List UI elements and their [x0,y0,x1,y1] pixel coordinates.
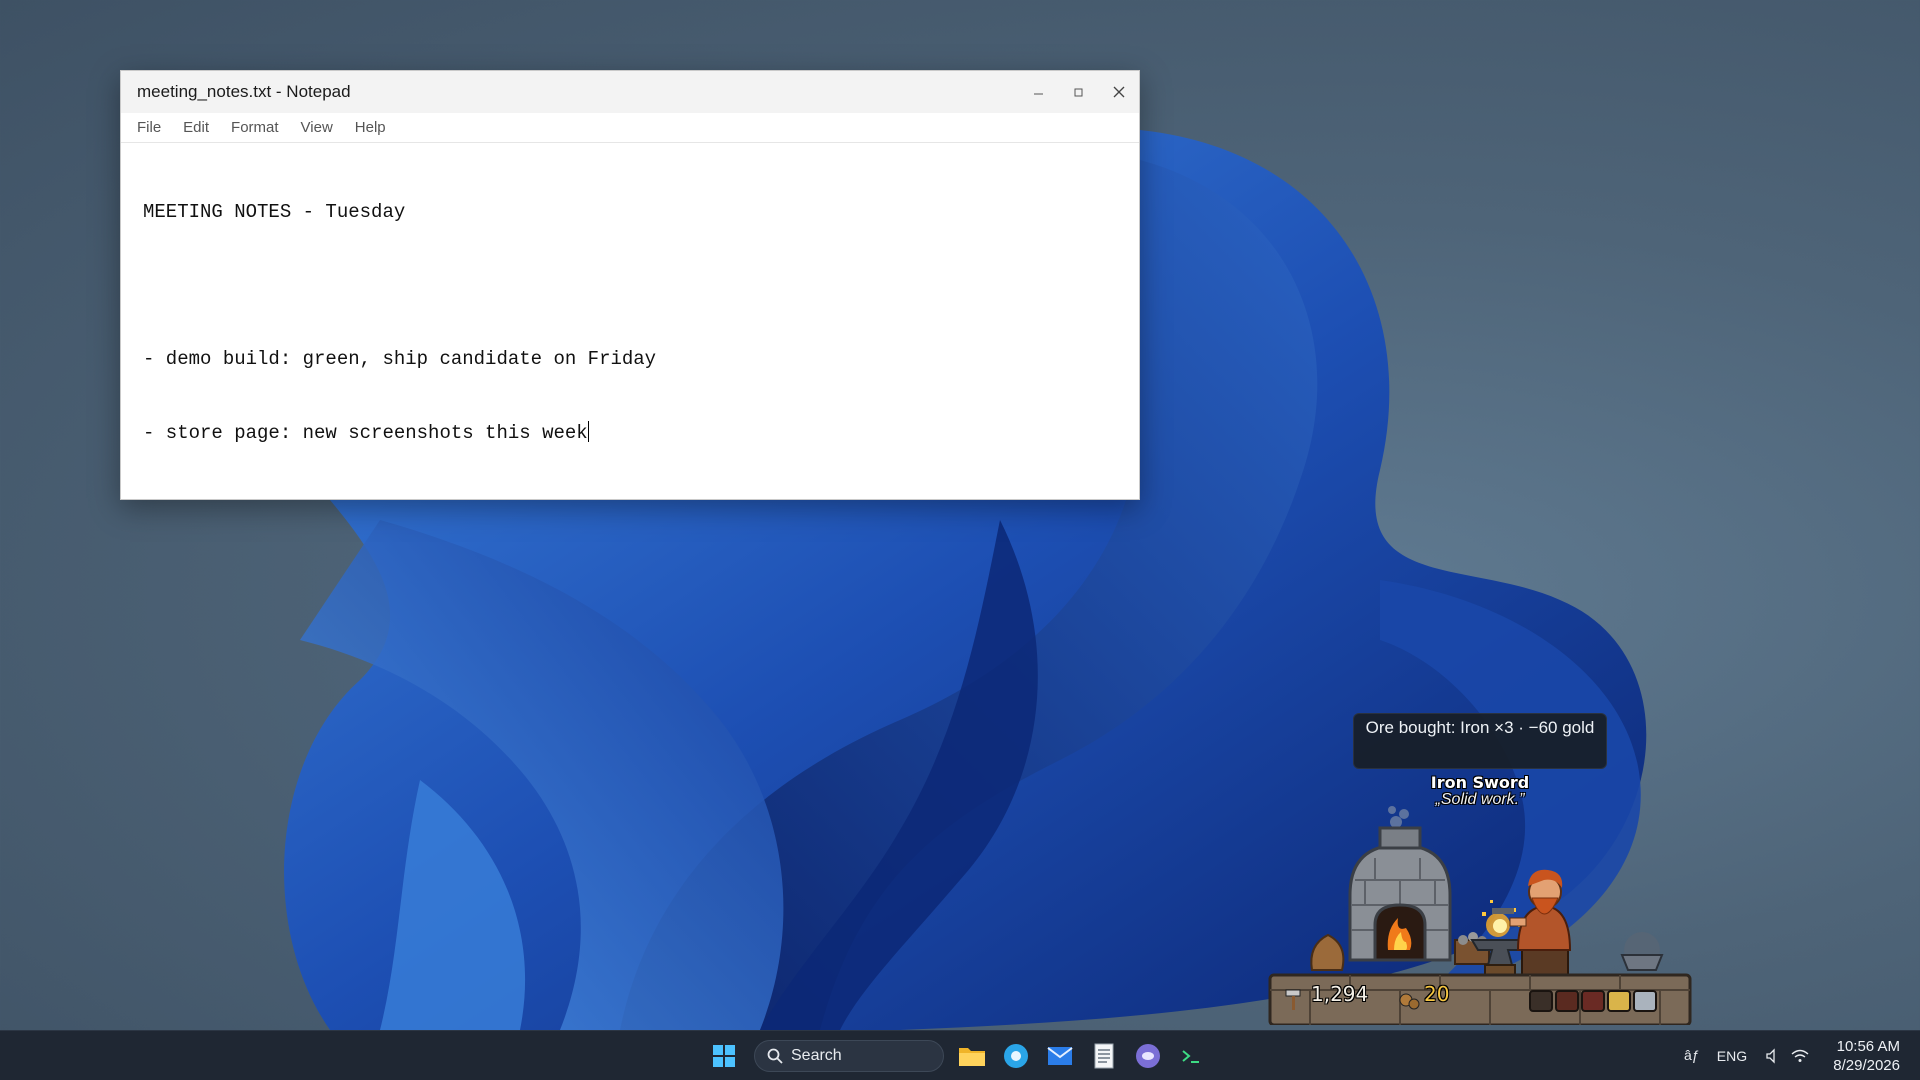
maximize-icon [1074,88,1083,97]
menu-help[interactable]: Help [355,119,386,136]
mail-icon [1047,1047,1073,1065]
shield-slot-icon[interactable] [1581,990,1605,1012]
file-explorer-icon [959,1048,985,1066]
text-line-last: - store page: new screenshots this week [143,420,1117,446]
notepad-window[interactable]: meeting_notes.txt - Notepad File Edit Fo… [120,70,1140,500]
close-button[interactable] [1099,71,1139,113]
clock-time: 10:56 AM [1836,1038,1900,1055]
minimize-button[interactable] [1019,71,1059,113]
window-controls [1019,71,1139,113]
menu-format[interactable]: Format [231,119,279,136]
language-indicator[interactable]: ENG [1717,1048,1747,1064]
window-title: meeting_notes.txt - Notepad [137,82,351,101]
terminal-icon [1182,1050,1199,1063]
start-icon [713,1045,735,1067]
sack-icon [1310,933,1345,971]
notepad-icon [1094,1043,1114,1069]
maximize-button[interactable] [1059,71,1099,113]
grindstone-icon[interactable] [1620,932,1664,971]
text-line: MEETING NOTES - Tuesday [143,201,406,223]
gold-counter: 1,294 [1311,982,1369,1006]
browser-button[interactable] [1000,1040,1032,1072]
text-line: - store page: new screenshots this week [143,421,588,444]
close-icon [1113,86,1125,98]
ore-bought-toast: Ore bought: Iron ×3 · −60 gold [1353,713,1607,769]
menu-view[interactable]: View [301,119,333,136]
notepad-taskbar-button[interactable] [1088,1040,1120,1072]
wifi-icon[interactable] [1791,1048,1809,1064]
text-line: - demo build: green, ship candidate on F… [143,348,657,370]
ingot-slot-icon[interactable] [1633,990,1657,1012]
minimize-icon [1034,93,1043,95]
tray-input-indicator[interactable]: âƒ [1684,1047,1711,1065]
browser-icon [1004,1044,1028,1068]
menu-file[interactable]: File [137,119,161,136]
crafted-item-name: Iron Sword [1430,773,1530,792]
menu-bar: File Edit Format View Help [121,113,1139,143]
smoke-icon [1388,806,1409,828]
terminal-button[interactable] [1176,1040,1208,1072]
volume-icon[interactable] [1765,1048,1781,1064]
taskbar-search[interactable]: Search [754,1040,944,1072]
taskbar-clock[interactable]: 10:56 AM 8/29/2026 [1833,1037,1900,1075]
notepad-titlebar[interactable]: meeting_notes.txt - Notepad [121,71,1139,113]
search-icon [767,1048,783,1064]
file-explorer-button[interactable] [956,1040,988,1072]
menu-edit[interactable]: Edit [183,119,209,136]
clock-date: 8/29/2026 [1833,1057,1900,1074]
hammer-tool-icon [1492,908,1514,914]
chat-icon [1136,1044,1160,1068]
chest-slot-icon[interactable] [1555,990,1579,1012]
text-line [143,274,1117,299]
taskbar: Search âƒ ENG 10:56 AM 8/29/2026 [0,1030,1920,1080]
ore-counter: 20 [1424,982,1450,1006]
text-caret [587,420,589,442]
start-button[interactable] [708,1040,740,1072]
system-tray: âƒ ENG [1684,1031,1809,1080]
search-label: Search [791,1047,842,1064]
text-editor-area[interactable]: MEETING NOTES - Tuesday - demo build: gr… [121,143,1139,502]
book-slot-icon[interactable] [1607,990,1631,1012]
mail-button[interactable] [1044,1040,1076,1072]
chat-button[interactable] [1132,1040,1164,1072]
anvil-slot-icon[interactable] [1529,990,1553,1012]
furnace-icon[interactable] [1348,826,1452,962]
